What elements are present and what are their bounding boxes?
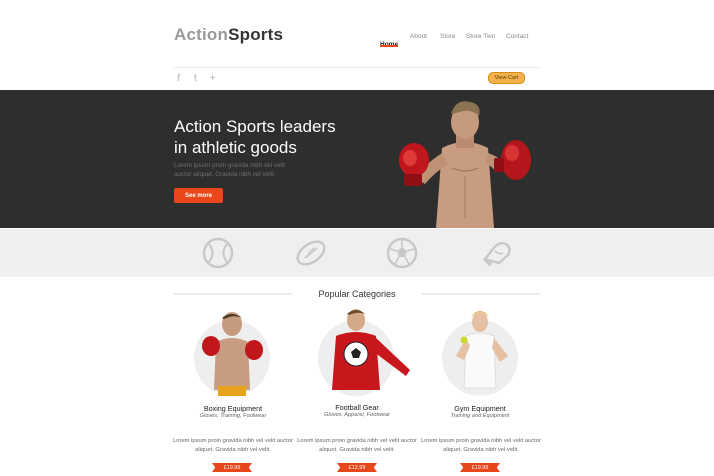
football-icon[interactable]: [295, 237, 327, 269]
boxer-hero-image: [399, 101, 531, 228]
category-title[interactable]: Gym Equipment: [420, 404, 540, 413]
hero-title: Action Sports leaders in athletic goods: [174, 116, 374, 158]
football-player-thumbnail: [332, 309, 410, 390]
category-subtitle: Gloves, Apparel, Footwear: [323, 412, 391, 418]
category-description: Lorem ipsum proin gravida nibh vel velit…: [421, 438, 541, 453]
nav-about[interactable]: About: [410, 33, 427, 40]
price-tag[interactable]: £19.99: [460, 463, 500, 472]
nav-active-indicator: [380, 45, 398, 47]
category-description: Lorem ipsum proin gravida nibh vel velit…: [173, 438, 293, 453]
header-divider: [174, 67, 540, 68]
category-title[interactable]: Football Gear: [297, 403, 417, 412]
nav-home[interactable]: Home: [380, 33, 398, 51]
hero-title-line1: Action Sports leaders: [174, 117, 336, 136]
nav-store-two[interactable]: Store Two: [466, 33, 495, 40]
price-tag[interactable]: £19.99: [212, 463, 252, 472]
twitter-icon[interactable]: t: [191, 73, 200, 84]
category-title[interactable]: Boxing Equipment: [173, 404, 293, 413]
soccer-ball-icon[interactable]: [386, 237, 418, 269]
price-tag[interactable]: £12.99: [337, 463, 377, 472]
nav-store[interactable]: Store: [440, 33, 456, 40]
sports-icon-strip: [0, 229, 714, 277]
category-football-image[interactable]: [318, 309, 410, 396]
plus-icon[interactable]: +: [208, 73, 217, 84]
category-description: Lorem ipsum proin gravida nibh vel velit…: [297, 438, 417, 453]
section-divider-right: [422, 293, 540, 295]
site-logo[interactable]: ActionSports: [174, 25, 283, 45]
view-cart-button[interactable]: View Cart: [488, 72, 525, 84]
category-subtitle: Gloves, Training, Footwear: [199, 413, 267, 419]
category-gym-image[interactable]: [442, 311, 518, 396]
social-links: f t +: [174, 73, 217, 84]
hero-title-line2: in athletic goods: [174, 138, 297, 157]
boxing-glove-icon[interactable]: [481, 237, 513, 269]
gym-woman-thumbnail: [456, 311, 508, 389]
boxer-thumbnail: [202, 312, 263, 396]
category-boxing-image[interactable]: [194, 312, 270, 396]
see-more-button[interactable]: See more: [174, 188, 223, 203]
facebook-icon[interactable]: f: [174, 73, 183, 84]
category-subtitle: Training and Equipment: [450, 413, 510, 419]
logo-part-action: Action: [174, 25, 229, 44]
section-title: Popular Categories: [318, 289, 396, 299]
logo-part-sports: Sports: [228, 25, 284, 44]
hero-banner: [0, 90, 714, 228]
nav-contact[interactable]: Contact: [506, 33, 528, 40]
baseball-icon[interactable]: [202, 237, 234, 269]
section-divider-left: [174, 293, 292, 295]
hero-description: Lorem ipsum proin gravida nibh vel velit…: [174, 162, 285, 178]
